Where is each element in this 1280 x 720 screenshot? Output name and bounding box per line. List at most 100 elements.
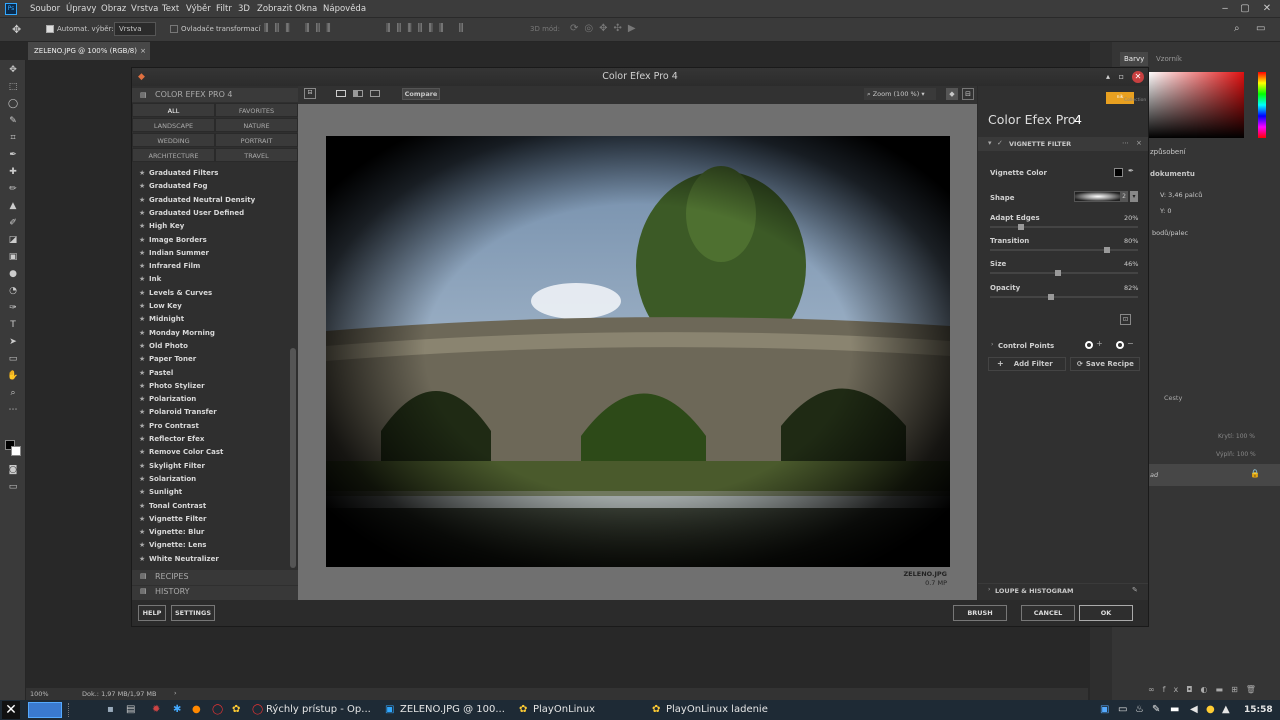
cat-travel[interactable]: TRAVEL (215, 148, 298, 162)
place-center-button[interactable]: ⊡ (1120, 314, 1131, 325)
shape-icon[interactable]: ▭ (7, 353, 19, 365)
filter-item[interactable]: Tonal Contrast (149, 500, 206, 513)
favorite-star-icon[interactable]: ★ (139, 488, 145, 496)
filter-item[interactable]: Low Key (149, 300, 182, 313)
favorite-star-icon[interactable]: ★ (139, 196, 145, 204)
background-color[interactable] (11, 446, 21, 456)
quick-mask-icon[interactable]: ◙ (7, 464, 19, 476)
favorite-star-icon[interactable]: ★ (139, 249, 145, 257)
filter-item[interactable]: Reflector Efex (149, 433, 204, 446)
minimize-icon[interactable]: ‒ (1218, 2, 1232, 16)
tab-vzornik[interactable]: Vzorník (1156, 55, 1182, 63)
favorite-star-icon[interactable]: ★ (139, 555, 145, 563)
cat-wedding[interactable]: WEDDING (132, 133, 215, 147)
screen-mode-icon[interactable]: ▭ (7, 481, 19, 493)
opacity-slider[interactable] (990, 294, 1138, 300)
color-picker-field[interactable] (1148, 72, 1244, 138)
favorite-star-icon[interactable]: ★ (139, 435, 145, 443)
opera-icon[interactable]: ◯ (212, 703, 223, 717)
transition-knob[interactable] (1104, 247, 1110, 253)
split-view-icon[interactable] (353, 90, 363, 97)
filter-item[interactable]: Remove Color Cast (149, 446, 223, 459)
favorite-star-icon[interactable]: ★ (139, 541, 145, 549)
dialog-close-icon[interactable]: ✕ (1132, 71, 1144, 83)
zoom-select[interactable]: ⌕ Zoom (100 %) ▾ (864, 88, 936, 100)
favorite-star-icon[interactable]: ★ (139, 408, 145, 416)
task-photoshop[interactable]: ZELENO.JPG @ 100... (400, 703, 505, 717)
favorite-star-icon[interactable]: ★ (139, 169, 145, 177)
tray-keyboard-flag-icon[interactable]: ▬ (1170, 703, 1179, 717)
settings-launcher-icon[interactable]: ✱ (173, 703, 181, 717)
gradient-icon[interactable]: ▣ (7, 251, 19, 263)
filter-menu-icon[interactable]: ⋯ (1122, 139, 1129, 147)
filter-item[interactable]: Image Borders (149, 234, 207, 247)
status-arrow-icon[interactable]: › (174, 689, 177, 697)
tray-clip-icon[interactable]: ✎ (1152, 703, 1160, 717)
vignette-color-swatch[interactable] (1114, 168, 1123, 177)
menu-okna[interactable]: Okna (295, 4, 317, 14)
add-filter-button[interactable]: + Add Filter (988, 357, 1066, 371)
file-manager-icon[interactable]: ▤ (126, 703, 135, 717)
dodge-icon[interactable]: ◔ (7, 285, 19, 297)
favorite-star-icon[interactable]: ★ (139, 422, 145, 430)
sidebar-hide-icon[interactable]: ⊟ (304, 88, 316, 99)
3d-mode-icons[interactable]: ⟳◎✥✣▶ (570, 23, 642, 34)
settings-button[interactable]: SETTINGS (171, 605, 215, 621)
zoom-icon[interactable]: ⌕ (7, 387, 19, 399)
favorite-star-icon[interactable]: ★ (139, 329, 145, 337)
history-brush-icon[interactable]: ✐ (7, 217, 19, 229)
filter-enable-icon[interactable]: ✓ (997, 139, 1003, 147)
filter-remove-icon[interactable]: × (1136, 139, 1142, 147)
layer-actions-icons[interactable]: ∞fx◘◐▬⊞🗑 (1148, 685, 1264, 694)
dialog-minimize-icon[interactable]: ▴ (1106, 68, 1110, 86)
loupe-pin-icon[interactable]: ✎ (1132, 586, 1138, 594)
favorite-star-icon[interactable]: ★ (139, 262, 145, 270)
type-icon[interactable]: T (7, 319, 19, 331)
paths-tab[interactable]: Cesty (1164, 394, 1182, 402)
filter-item[interactable]: Indian Summer (149, 247, 209, 260)
favorite-star-icon[interactable]: ★ (139, 222, 145, 230)
pen-icon[interactable]: ✑ (7, 302, 19, 314)
side-view-icon[interactable] (370, 90, 380, 97)
loupe-section[interactable]: › LOUPE & HISTOGRAM ✎ (978, 583, 1148, 597)
loupe-expand-icon[interactable]: › (988, 586, 990, 593)
cat-portrait[interactable]: PORTRAIT (215, 133, 298, 147)
menu-vrstva[interactable]: Vrstva (131, 4, 158, 14)
app-launcher-icon[interactable]: ✹ (152, 703, 160, 717)
filter-item[interactable]: Sunlight (149, 486, 182, 499)
filter-item[interactable]: Midnight (149, 313, 184, 326)
eyedropper-icon[interactable]: ✒ (7, 149, 19, 161)
stamp-icon[interactable]: ▲ (7, 200, 19, 212)
transition-slider[interactable] (990, 247, 1138, 253)
close-icon[interactable]: ✕ (1260, 2, 1274, 16)
recipes-section[interactable]: ▤ RECIPES (132, 570, 298, 585)
tray-display-icon[interactable]: ▭ (1118, 703, 1127, 717)
filter-header[interactable]: ▾ ✓ VIGNETTE FILTER ⋯ × (978, 137, 1148, 151)
filter-item[interactable]: Solarization (149, 473, 196, 486)
shape-preview[interactable] (1074, 191, 1122, 202)
search-icon[interactable]: ⌕ (1234, 23, 1240, 34)
menu-vyber[interactable]: Výběr (186, 4, 211, 14)
favorite-star-icon[interactable]: ★ (139, 342, 145, 350)
blur-icon[interactable]: ● (7, 268, 19, 280)
menu-zobrazit[interactable]: Zobrazit (257, 4, 292, 14)
remove-control-point-icon[interactable] (1116, 341, 1124, 349)
tray-updates-icon[interactable]: ● (1206, 703, 1215, 717)
cat-favorites[interactable]: FAVORITES (215, 103, 298, 117)
hand-icon[interactable]: ✋ (7, 370, 19, 382)
menu-upravy[interactable]: Úpravy (66, 4, 96, 14)
firefox-icon[interactable]: ● (192, 703, 201, 717)
cancel-button[interactable]: CANCEL (1021, 605, 1075, 621)
filter-item[interactable]: Graduated Filters (149, 167, 218, 180)
favorite-star-icon[interactable]: ★ (139, 382, 145, 390)
filter-item[interactable]: Old Photo (149, 340, 188, 353)
menu-3d[interactable]: 3D (238, 4, 250, 14)
tray-steam-icon[interactable]: ♨ (1135, 703, 1144, 717)
background-toggle-icon[interactable]: ◆ (946, 88, 958, 100)
favorite-star-icon[interactable]: ★ (139, 236, 145, 244)
auto-select-checkbox[interactable] (46, 25, 54, 33)
opacity-knob[interactable] (1048, 294, 1054, 300)
layer-select[interactable]: Vrstva (114, 22, 156, 36)
favorite-star-icon[interactable]: ★ (139, 475, 145, 483)
healing-icon[interactable]: ✚ (7, 166, 19, 178)
